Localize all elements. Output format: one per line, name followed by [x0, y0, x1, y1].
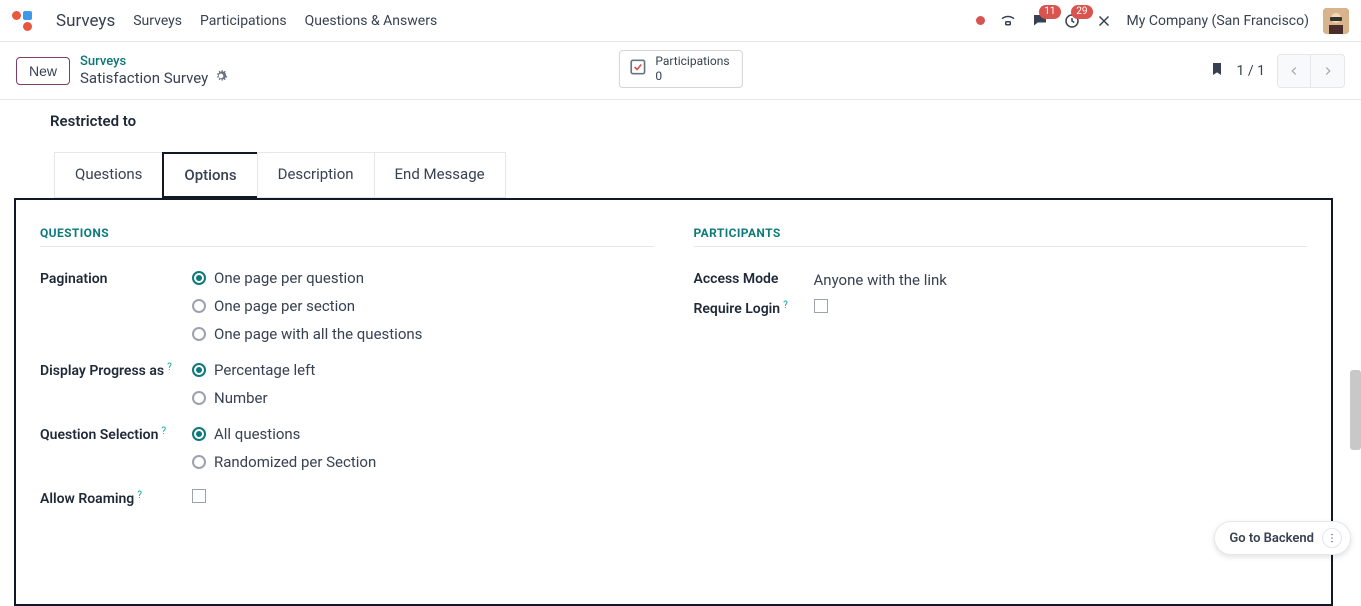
radio-icon	[192, 363, 206, 377]
questions-section-title: Questions	[40, 226, 654, 247]
kebab-icon[interactable]	[1322, 528, 1342, 548]
phone-icon[interactable]	[999, 12, 1017, 30]
radio-icon	[192, 427, 206, 441]
options-panel: Questions Pagination One page per questi…	[14, 198, 1333, 606]
pagination-option-per-question[interactable]: One page per question	[192, 269, 422, 287]
stat-value: 0	[655, 69, 729, 83]
activities-badge: 29	[1071, 5, 1092, 19]
restricted-to-label: Restricted to	[50, 112, 1321, 130]
tab-options[interactable]: Options	[162, 152, 256, 198]
pager-text: 1 / 1	[1237, 63, 1265, 79]
messages-badge: 11	[1039, 5, 1060, 19]
tools-icon[interactable]	[1095, 12, 1113, 30]
checklist-icon	[627, 57, 647, 81]
radio-icon	[192, 455, 206, 469]
radio-icon	[192, 391, 206, 405]
stat-label: Participations	[655, 55, 729, 69]
radio-icon	[192, 299, 206, 313]
pagination-option-per-section[interactable]: One page per section	[192, 297, 422, 315]
help-icon[interactable]: ?	[783, 300, 788, 311]
access-mode-value[interactable]: Anyone with the link	[814, 269, 947, 289]
breadcrumb-title: Satisfaction Survey	[80, 69, 208, 87]
question-selection-all[interactable]: All questions	[192, 425, 376, 443]
pager-next-button[interactable]	[1311, 54, 1345, 88]
question-selection-label: Question Selection?	[40, 425, 192, 443]
help-icon[interactable]: ?	[137, 490, 142, 501]
participations-stat[interactable]: Participations 0	[618, 50, 742, 88]
access-mode-label: Access Mode	[694, 269, 814, 287]
tab-questions[interactable]: Questions	[54, 152, 162, 198]
require-login-label: Require Login?	[694, 299, 814, 317]
question-selection-randomized[interactable]: Randomized per Section	[192, 453, 376, 471]
user-avatar[interactable]	[1323, 8, 1349, 34]
messages-button[interactable]: 11	[1031, 12, 1049, 30]
nav-surveys[interactable]: Surveys	[133, 13, 182, 29]
pagination-label: Pagination	[40, 269, 192, 287]
breadcrumb: Surveys Satisfaction Survey	[80, 54, 228, 88]
nav-participations[interactable]: Participations	[200, 13, 287, 29]
scrollbar-thumb[interactable]	[1350, 370, 1361, 450]
gear-icon[interactable]	[214, 69, 228, 87]
radio-icon	[192, 271, 206, 285]
allow-roaming-label: Allow Roaming?	[40, 489, 192, 507]
app-logo[interactable]	[12, 11, 32, 31]
help-icon[interactable]: ?	[161, 426, 166, 437]
help-icon[interactable]: ?	[167, 362, 172, 373]
display-progress-label: Display Progress as?	[40, 361, 192, 379]
company-selector[interactable]: My Company (San Francisco)	[1127, 13, 1309, 29]
pager-prev-button[interactable]	[1277, 54, 1311, 88]
breadcrumb-root[interactable]: Surveys	[80, 54, 228, 70]
display-progress-percentage[interactable]: Percentage left	[192, 361, 315, 379]
new-button[interactable]: New	[16, 57, 70, 85]
display-progress-number[interactable]: Number	[192, 389, 315, 407]
participants-section-title: Participants	[694, 226, 1308, 247]
require-login-checkbox[interactable]	[814, 299, 828, 313]
bookmark-icon[interactable]	[1209, 60, 1225, 82]
recording-indicator-icon	[976, 16, 985, 25]
nav-questions-answers[interactable]: Questions & Answers	[305, 13, 438, 29]
go-to-backend-button[interactable]: Go to Backend	[1214, 521, 1351, 555]
allow-roaming-checkbox[interactable]	[192, 489, 206, 503]
tab-description[interactable]: Description	[257, 152, 374, 198]
tab-end-message[interactable]: End Message	[374, 152, 506, 198]
pagination-option-all[interactable]: One page with all the questions	[192, 325, 422, 343]
form-tabs: Questions Options Description End Messag…	[54, 152, 1321, 198]
app-name[interactable]: Surveys	[56, 11, 115, 31]
radio-icon	[192, 327, 206, 341]
activities-button[interactable]: 29	[1063, 12, 1081, 30]
